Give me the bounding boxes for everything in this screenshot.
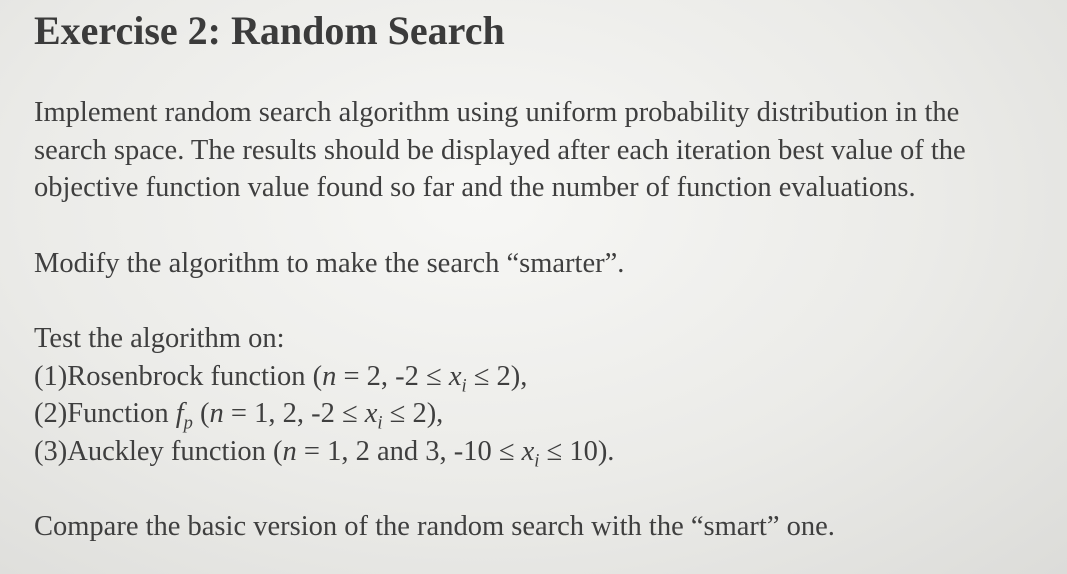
test-item-range: = 1, 2, -2 ≤ [223,398,365,429]
test-item-end: ≤ 2), [382,398,444,429]
math-var-n: n [322,360,337,392]
test-item-end: ≤ 2), [466,360,528,392]
test-item-open: ( [192,398,210,429]
intro-line-3: objective function value found so far an… [34,172,916,203]
test-item-function-fp: (2)Function fp (n = 1, 2, -2 ≤ xi ≤ 2), [34,395,1059,433]
test-item-rosenbrock: (1)Rosenbrock function (n = 2, -2 ≤ xi ≤… [34,358,1059,396]
test-item-auckley: (3)Auckley function (n = 1, 2 and 3, -10… [34,433,1059,471]
intro-paragraph: Implement random search algorithm using … [34,94,1059,207]
test-item-label: (2)Function [34,398,176,429]
slide-title: Exercise 2: Random Search [34,8,505,53]
compare-paragraph: Compare the basic version of the random … [34,511,835,542]
math-var-n: n [209,398,224,429]
test-item-label: (1)Rosenbrock function ( [34,360,323,392]
math-var-x: x [364,398,378,429]
intro-line-1: Implement random search algorithm using … [34,97,960,128]
test-heading: Test the algorithm on: [34,323,285,354]
slide: Exercise 2: Random Search Implement rand… [0,0,1067,574]
test-item-end: ≤ 10). [539,435,615,467]
test-paragraph: Test the algorithm on: (1)Rosenbrock fun… [34,320,1059,470]
test-item-range: = 2, -2 ≤ [336,360,449,392]
math-var-x: x [521,435,535,467]
test-item-label: (3)Auckley function ( [34,435,283,467]
math-var-x: x [448,360,462,392]
modify-paragraph: Modify the algorithm to make the search … [34,248,625,279]
math-func-f: f [175,398,184,429]
test-item-range: = 1, 2 and 3, -10 ≤ [296,435,522,467]
math-sub-p: p [183,412,193,434]
intro-line-2: search space. The results should be disp… [34,134,966,166]
math-var-n: n [282,435,297,467]
